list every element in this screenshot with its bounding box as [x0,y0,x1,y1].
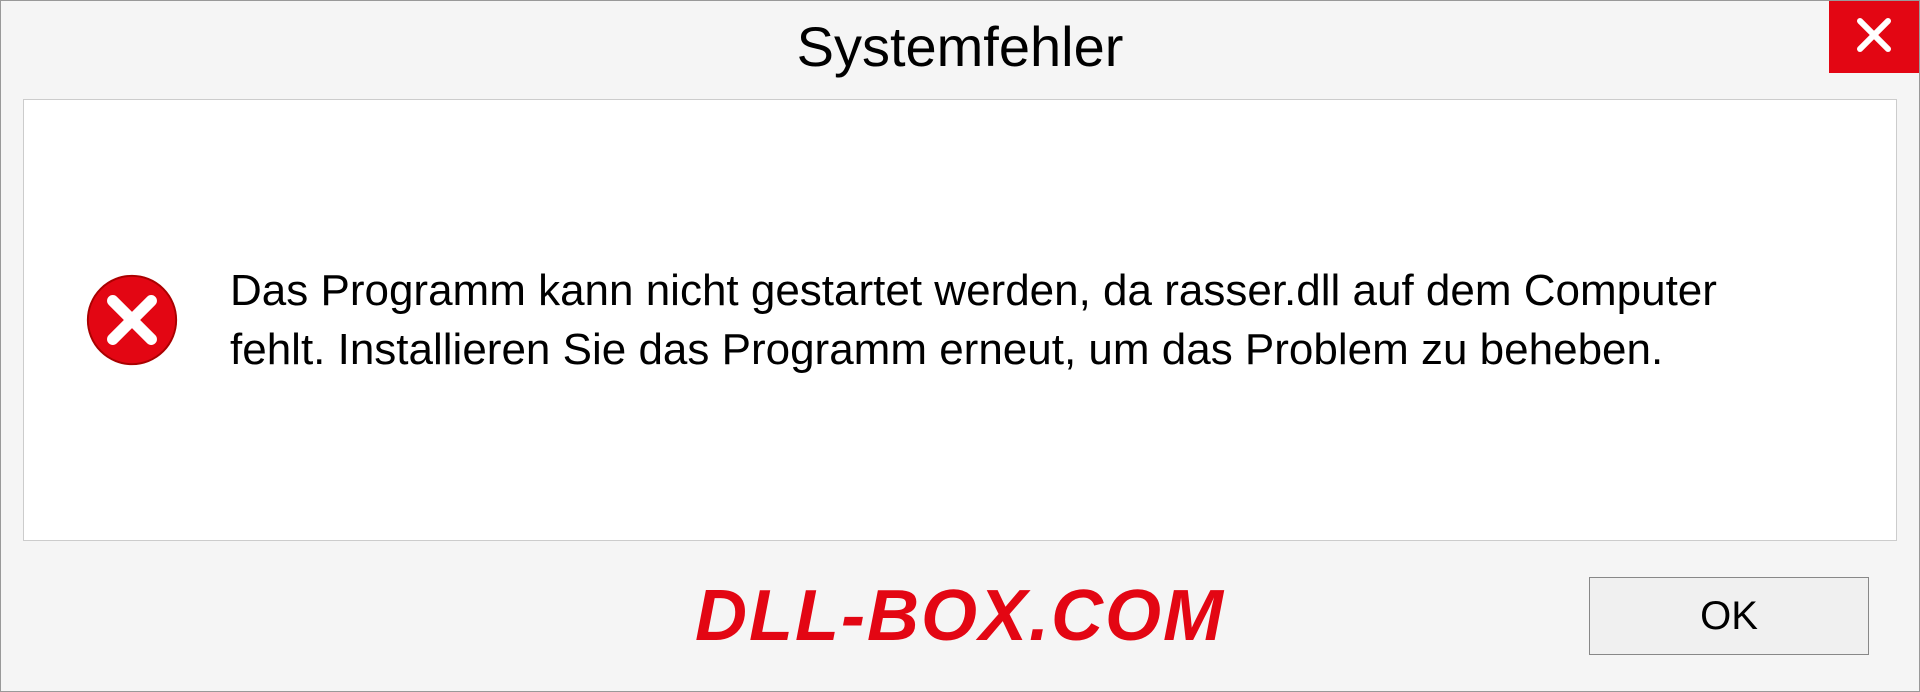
titlebar: Systemfehler [1,1,1919,91]
message-panel: Das Programm kann nicht gestartet werden… [23,99,1897,541]
error-dialog: Systemfehler Das Programm kann nicht ges… [0,0,1920,692]
close-icon [1854,15,1894,60]
ok-button[interactable]: OK [1589,577,1869,655]
close-button[interactable] [1829,1,1919,73]
dialog-title: Systemfehler [797,14,1124,79]
watermark-text: DLL-BOX.COM [695,575,1225,657]
dialog-footer: DLL-BOX.COM OK [1,541,1919,691]
error-icon [84,272,180,368]
error-message: Das Programm kann nicht gestartet werden… [230,261,1836,380]
